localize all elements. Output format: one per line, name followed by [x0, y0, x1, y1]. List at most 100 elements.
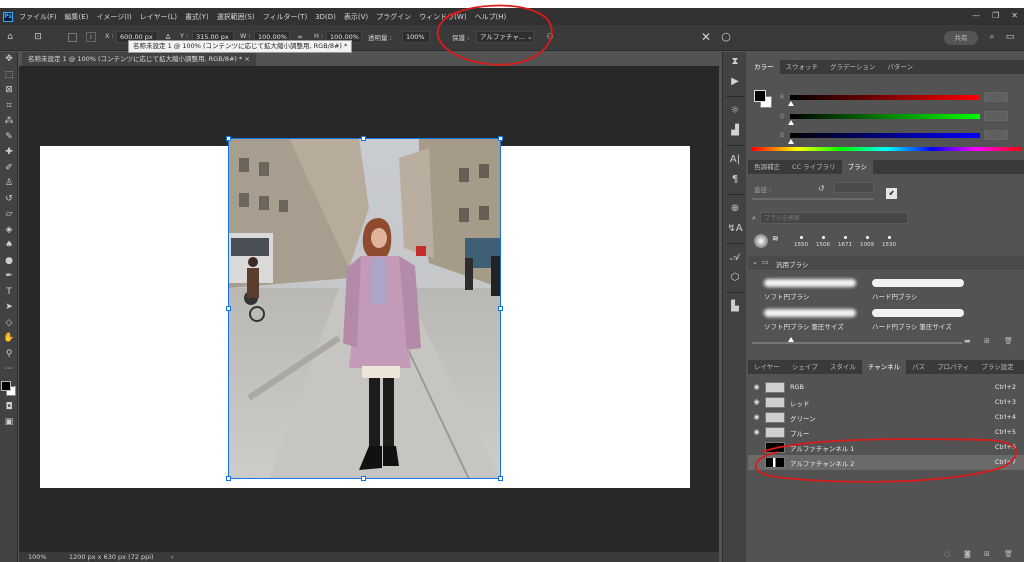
brush-size-slider[interactable]	[752, 198, 874, 200]
recent-brush-4[interactable]: 1009	[856, 236, 878, 248]
document-tab[interactable]: 名称未設定 1 @ 100% (コンテンツに応じて拡大縮小調整用, RGB/8#…	[22, 52, 256, 66]
transform-handle-left[interactable]	[226, 306, 231, 311]
quick-mask-icon[interactable]: ◘	[0, 400, 18, 416]
eye-icon[interactable]: ◉	[752, 428, 761, 437]
glyphs-panel-icon[interactable]: ↯A	[723, 219, 747, 239]
opacity-field[interactable]: 100%	[402, 31, 430, 43]
transform-handle-top[interactable]	[361, 136, 366, 141]
recent-brush-3[interactable]: 1671	[834, 236, 856, 248]
status-menu-arrow[interactable]: ›	[171, 552, 174, 562]
tab-layers[interactable]: レイヤー	[748, 360, 786, 374]
delete-brush-icon[interactable]: 🗑	[1004, 337, 1013, 345]
tab-paths[interactable]: パス	[906, 360, 931, 374]
reset-size-icon[interactable]: ↺	[818, 184, 825, 193]
tab-swatches[interactable]: スウォッチ	[780, 60, 825, 74]
brush-hard-round[interactable]: ハード円ブラシ	[866, 274, 971, 304]
restore-icon[interactable]: ❐	[992, 11, 999, 20]
eyedropper-tool-icon[interactable]: ✎	[0, 130, 18, 146]
minimize-icon[interactable]: —	[972, 11, 980, 20]
new-brush-icon[interactable]: ⊞	[984, 337, 990, 345]
hand-tool-icon[interactable]: ✋	[0, 331, 18, 347]
adjustments-panel-icon[interactable]: ☼	[723, 101, 747, 121]
brush-soft-round[interactable]: ソフト円ブラシ	[758, 274, 863, 304]
marquee-tool-icon[interactable]: ⬚	[0, 68, 18, 84]
clone-stamp-tool-icon[interactable]: ♙	[0, 176, 18, 192]
close-window-icon[interactable]: ✕	[1011, 11, 1018, 20]
menu-filter[interactable]: フィルター(T)	[263, 12, 308, 22]
green-value-field[interactable]	[984, 111, 1008, 121]
history-brush-tool-icon[interactable]: ↺	[0, 192, 18, 208]
more-tools-icon[interactable]: ⋯	[0, 362, 18, 378]
tab-patterns[interactable]: パターン	[881, 60, 919, 74]
home-icon[interactable]: ⌂	[4, 31, 16, 43]
reference-point-icon[interactable]: ⁞	[86, 32, 96, 42]
eraser-tool-icon[interactable]: ▱	[0, 207, 18, 223]
zoom-level[interactable]: 100%	[28, 552, 47, 562]
channel-row-rgb[interactable]: ◉ RGB Ctrl+2	[748, 380, 1024, 395]
workspace-icon[interactable]: ▭	[1004, 31, 1016, 43]
menu-3d[interactable]: 3D(D)	[315, 13, 336, 21]
paint-bucket-tool-icon[interactable]: ◈	[0, 223, 18, 239]
green-slider-track[interactable]	[790, 114, 980, 119]
search-icon[interactable]: ⌕	[986, 31, 998, 43]
recent-brush-texture[interactable]: ≋	[772, 234, 786, 248]
recent-brush-2[interactable]: 1506	[812, 236, 834, 248]
tab-styles[interactable]: スタイル	[824, 360, 862, 374]
brush-tool-icon[interactable]: ✐	[0, 161, 18, 177]
new-channel-icon[interactable]: ⊞	[984, 550, 990, 558]
skin-tones-icon[interactable]: ⚇	[544, 31, 556, 43]
history-panel-icon[interactable]: ⧗	[723, 52, 747, 72]
type-tool-icon[interactable]: T	[0, 285, 18, 301]
tab-properties[interactable]: プロパティ	[931, 360, 975, 374]
red-slider-track[interactable]	[790, 95, 980, 100]
screen-mode-icon[interactable]: ▣	[0, 415, 18, 431]
brush-soft-round-pressure[interactable]: ソフト円ブラシ 筆圧サイズ	[758, 304, 863, 334]
menu-file[interactable]: ファイル(F)	[19, 12, 57, 22]
recent-brush-soft[interactable]	[754, 234, 768, 248]
brush-group-header[interactable]: ⌄ ▭ 汎用ブラシ	[748, 256, 1024, 270]
menu-image[interactable]: イメージ(I)	[96, 12, 131, 22]
brush-hard-round-pressure[interactable]: ハード円ブラシ 筆圧サイズ	[866, 304, 971, 334]
transform-handle-top-right[interactable]	[498, 136, 503, 141]
transform-handle-top-left[interactable]	[226, 136, 231, 141]
load-channel-selection-icon[interactable]: ◌	[944, 550, 950, 558]
transform-handle-bottom[interactable]	[361, 476, 366, 481]
brush-size-field[interactable]	[834, 182, 874, 193]
tab-brush-settings[interactable]: ブラシ設定	[975, 360, 1019, 374]
pen-tool-icon[interactable]: ✒	[0, 269, 18, 285]
magic-wand-tool-icon[interactable]: ⁂	[0, 114, 18, 130]
transform-handle-right[interactable]	[498, 306, 503, 311]
reference-point-checkbox[interactable]	[68, 33, 77, 42]
blur-tool-icon[interactable]: ♠	[0, 238, 18, 254]
protect-dropdown[interactable]: アルファチャ... ⌄	[476, 31, 534, 43]
brush-preview-size-slider[interactable]	[752, 342, 962, 344]
menu-type[interactable]: 書式(Y)	[185, 12, 209, 22]
tab-cc-libraries[interactable]: CC ライブラリ	[786, 160, 842, 174]
menu-window[interactable]: ウィンドウ(W)	[419, 12, 466, 22]
channel-row-red[interactable]: ◉ レッド Ctrl+3	[748, 395, 1024, 410]
commit-transform-icon[interactable]: ○	[720, 31, 732, 43]
eye-icon[interactable]: ◉	[752, 413, 761, 422]
frame-tool-icon[interactable]: ⊠	[0, 83, 18, 99]
green-slider-thumb[interactable]	[788, 120, 794, 125]
share-button[interactable]: 共有	[944, 31, 978, 45]
menu-view[interactable]: 表示(V)	[344, 12, 368, 22]
transform-handle-bottom-left[interactable]	[226, 476, 231, 481]
crop-tool-icon[interactable]: ⌗	[0, 99, 18, 115]
blue-value-field[interactable]	[984, 130, 1008, 140]
menu-help[interactable]: ヘルプ(H)	[475, 12, 507, 22]
transform-handle-bottom-right[interactable]	[498, 476, 503, 481]
blue-slider-track[interactable]	[790, 133, 980, 138]
character-panel-icon[interactable]: A|	[723, 150, 747, 170]
color-spectrum-ramp[interactable]	[752, 147, 1022, 151]
eye-icon[interactable]: ◉	[752, 383, 761, 392]
histogram-panel-icon[interactable]: ▟	[723, 121, 747, 141]
recent-brush-5[interactable]: 1530	[878, 236, 900, 248]
channel-row-blue[interactable]: ◉ ブルー Ctrl+5	[748, 425, 1024, 440]
3d-panel-icon[interactable]: ⬡	[723, 268, 747, 288]
dodge-tool-icon[interactable]: ●	[0, 254, 18, 270]
tool-presets-icon[interactable]: ⊕	[723, 199, 747, 219]
brush-search-input[interactable]	[760, 212, 908, 224]
tab-gradients[interactable]: グラデーション	[824, 60, 881, 74]
tab-shapes[interactable]: シェイプ	[786, 360, 824, 374]
